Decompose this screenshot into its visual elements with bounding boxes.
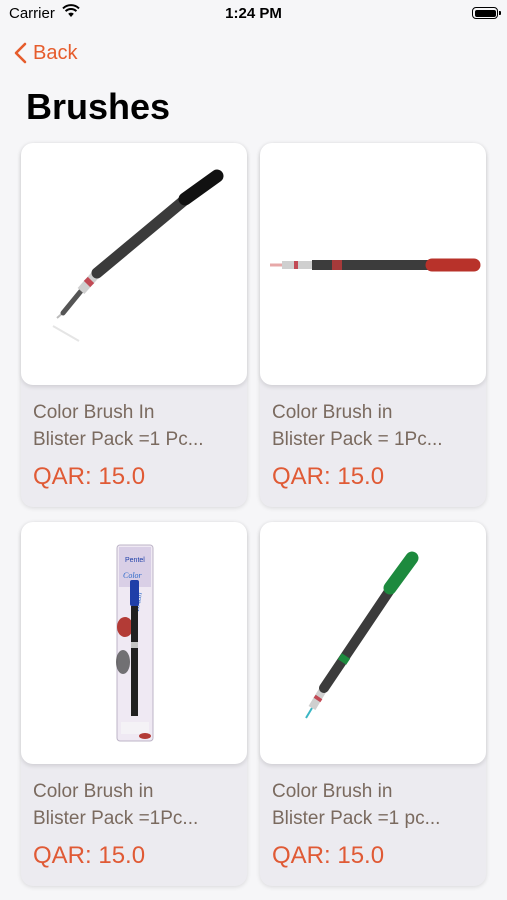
chevron-left-icon <box>14 42 27 64</box>
product-card[interactable]: Color Brush In Blister Pack =1 Pc... QAR… <box>21 143 247 507</box>
product-name: Color Brush in Blister Pack = 1Pc... <box>272 402 443 450</box>
back-label: Back <box>33 41 78 64</box>
black-brush-pen-icon <box>52 169 224 342</box>
status-bar: Carrier 1:24 PM <box>0 0 507 30</box>
product-image: Pentel Color Color Brush <box>21 522 247 764</box>
product-image <box>21 143 247 385</box>
product-image <box>260 143 486 385</box>
product-price: QAR: 15.0 <box>33 463 146 490</box>
battery-icon <box>472 7 501 19</box>
product-card[interactable]: Color Brush in Blister Pack =1 pc... QAR… <box>260 522 486 886</box>
green-brush-pen-icon <box>305 551 419 719</box>
red-brush-pen-icon <box>270 258 481 272</box>
product-name: Color Brush in Blister Pack =1Pc... <box>33 781 199 829</box>
back-button[interactable]: Back <box>14 38 77 68</box>
product-price: QAR: 15.0 <box>272 842 385 869</box>
product-name: Color Brush in Blister Pack =1 pc... <box>272 781 441 829</box>
clock: 1:24 PM <box>225 5 282 22</box>
product-image <box>260 522 486 764</box>
product-price: QAR: 15.0 <box>33 842 146 869</box>
product-card[interactable]: Color Brush in Blister Pack = 1Pc... QAR… <box>260 143 486 507</box>
page-title: Brushes <box>26 86 171 127</box>
product-card[interactable]: Pentel Color Color Brush Color Brush in … <box>21 522 247 886</box>
product-name: Color Brush In Blister Pack =1 Pc... <box>33 402 204 450</box>
blister-pack-icon: Pentel Color Color Brush <box>116 544 154 742</box>
product-price: QAR: 15.0 <box>272 463 385 490</box>
svg-text:Pentel: Pentel <box>125 557 145 564</box>
svg-text:Color: Color <box>123 571 143 580</box>
